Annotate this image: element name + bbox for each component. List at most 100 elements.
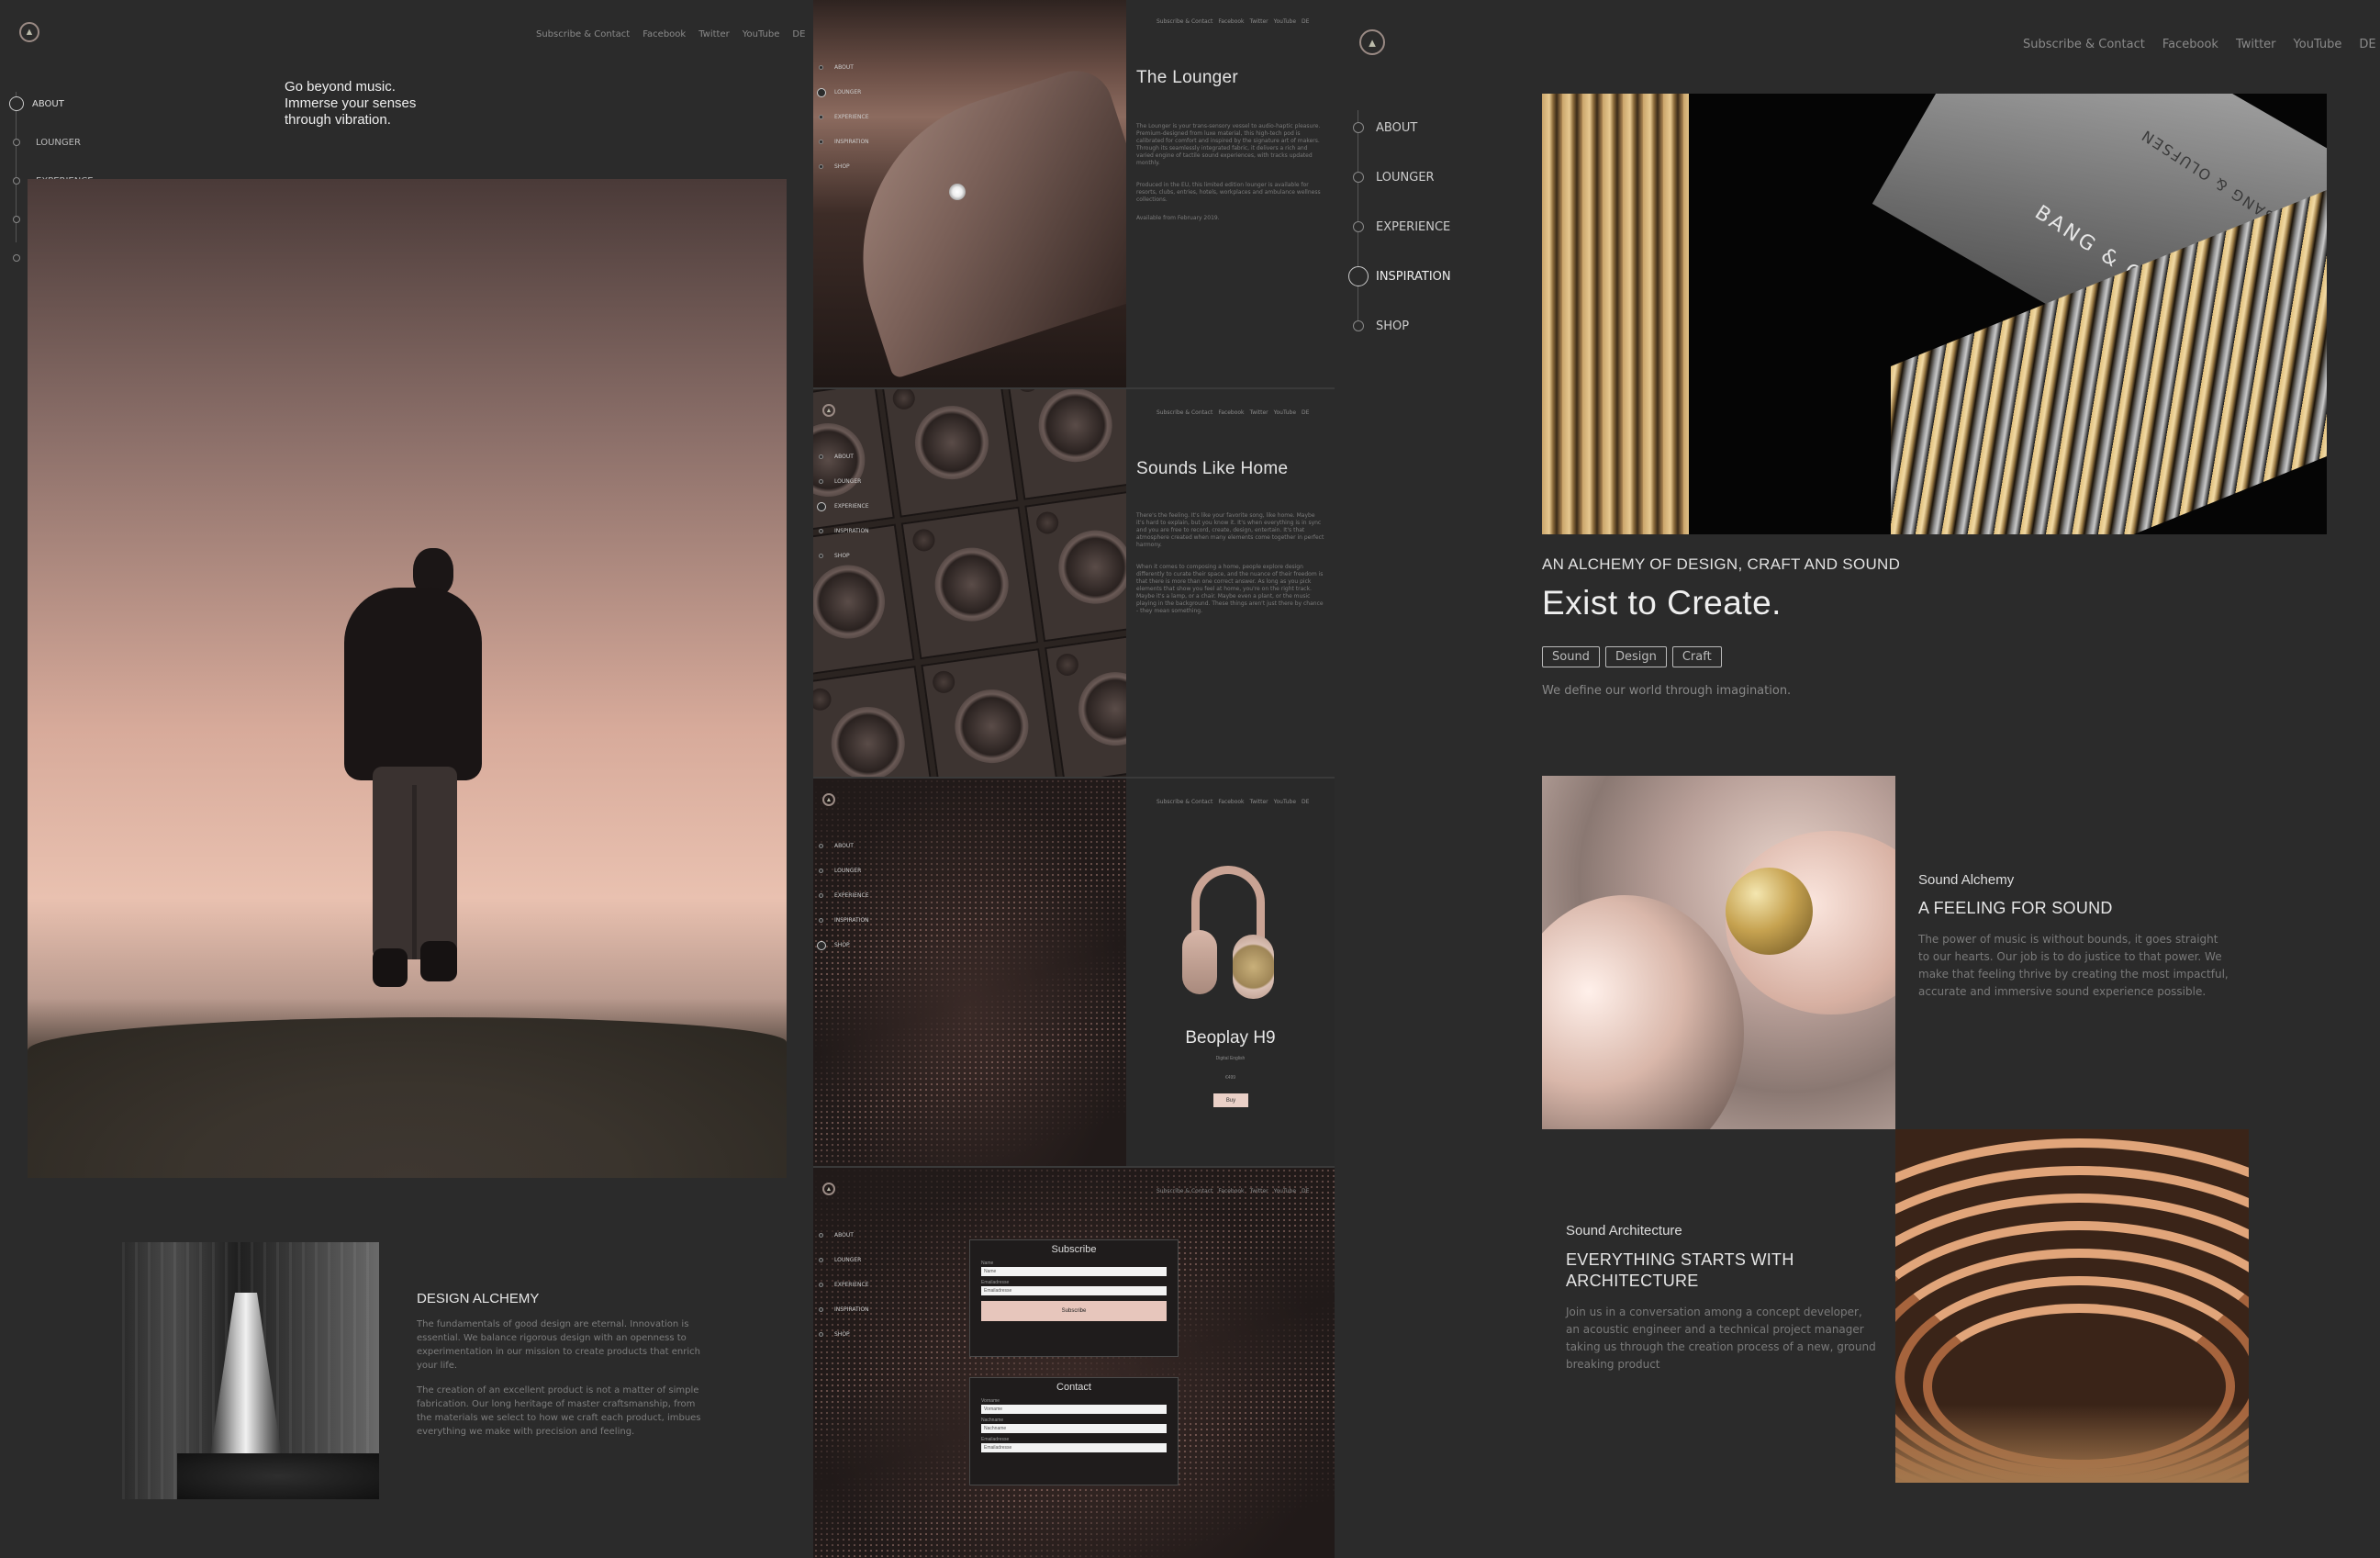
nav-lounger[interactable]: LOUNGER — [817, 80, 892, 105]
nav-about[interactable]: ABOUT — [819, 1223, 892, 1248]
nav-label: EXPERIENCE — [1376, 219, 1451, 234]
lounger-body-1: The Lounger is your trans-sensory vessel… — [1136, 123, 1321, 166]
nav-experience[interactable]: EXPERIENCE — [817, 494, 892, 519]
nav-dot — [819, 529, 823, 533]
nav-lounger[interactable]: LOUNGER — [819, 858, 892, 883]
link-language[interactable]: DE — [1302, 409, 1309, 416]
tag-design[interactable]: Design — [1604, 646, 1667, 667]
link-youtube[interactable]: YouTube — [1274, 409, 1296, 416]
nav-shop[interactable]: SHOP — [1351, 301, 1480, 351]
nav-inspiration[interactable]: INSPIRATION — [819, 908, 892, 933]
nav-inspiration[interactable]: INSPIRATION — [819, 519, 892, 544]
brand-logo[interactable]: ▲ — [822, 1183, 835, 1195]
nav-dot — [13, 139, 20, 146]
nav-shop[interactable]: SHOP — [819, 1322, 892, 1347]
design-alchemy-body-1: The fundamentals of good design are eter… — [417, 1319, 700, 1371]
nav-inspiration[interactable]: INSPIRATION — [819, 129, 892, 154]
nav-label: EXPERIENCE — [834, 892, 869, 899]
link-youtube[interactable]: YouTube — [1274, 1188, 1296, 1194]
nav-shop[interactable]: SHOP — [819, 154, 892, 179]
nav-dot — [819, 554, 823, 558]
nav-dot — [819, 65, 823, 70]
contact-email-input[interactable]: Emailadresse — [981, 1443, 1167, 1452]
link-subscribe-contact[interactable]: Subscribe & Contact — [1156, 799, 1212, 805]
link-twitter[interactable]: Twitter — [1250, 799, 1268, 805]
brand-logo[interactable]: ▲ — [19, 22, 39, 42]
buy-button[interactable]: Buy — [1213, 1093, 1248, 1107]
link-facebook[interactable]: Facebook — [642, 29, 686, 39]
brand-logo[interactable]: ▲ — [822, 404, 835, 417]
gold-sphere — [1726, 868, 1813, 955]
nav-experience[interactable]: EXPERIENCE — [819, 883, 892, 908]
nav-experience[interactable]: EXPERIENCE — [819, 105, 892, 129]
nav-about[interactable]: ABOUT — [819, 834, 892, 858]
firstname-input[interactable]: Vorname — [981, 1405, 1167, 1414]
link-facebook[interactable]: Facebook — [1218, 18, 1244, 25]
home-title: Sounds Like Home — [1136, 459, 1289, 478]
wood-slats — [1542, 94, 1689, 534]
lastname-label: Nachname — [981, 1418, 1004, 1423]
speaker-driver — [921, 648, 1058, 777]
link-youtube[interactable]: YouTube — [1274, 18, 1296, 25]
side-nav: ABOUT LOUNGER EXPERIENCE INSPIRATION SHO… — [817, 444, 892, 568]
hero-tagline: Go beyond music. Immerse your senses thr… — [285, 79, 416, 129]
nav-inspiration[interactable]: INSPIRATION — [1348, 252, 1480, 301]
link-subscribe-contact[interactable]: Subscribe & Contact — [1156, 409, 1212, 416]
link-language[interactable]: DE — [1302, 18, 1309, 25]
nav-about[interactable]: ABOUT — [819, 444, 892, 469]
subscribe-button[interactable]: Subscribe — [981, 1301, 1167, 1321]
link-facebook[interactable]: Facebook — [1218, 799, 1244, 805]
email-input[interactable]: Emailadresse — [981, 1286, 1167, 1295]
lounger-screen: Subscribe & Contact Facebook Twitter You… — [813, 0, 1335, 389]
link-facebook[interactable]: Facebook — [1218, 1188, 1244, 1194]
nav-about[interactable]: ABOUT — [9, 84, 121, 123]
link-twitter[interactable]: Twitter — [698, 29, 730, 39]
side-nav: ABOUT LOUNGER EXPERIENCE INSPIRATION SHO… — [1348, 103, 1480, 333]
headline-subline: We define our world through imagination. — [1542, 684, 1792, 698]
brand-logo[interactable]: ▲ — [1359, 29, 1385, 55]
nav-about[interactable]: ABOUT — [819, 55, 892, 80]
nav-label: INSPIRATION — [834, 139, 869, 145]
nav-lounger[interactable]: LOUNGER — [819, 469, 892, 494]
logo-icon: ▲ — [1366, 35, 1379, 50]
tag-sound[interactable]: Sound — [1542, 646, 1600, 667]
link-subscribe-contact[interactable]: Subscribe & Contact — [1156, 18, 1212, 25]
lounger-body-3: Available from February 2019. — [1136, 215, 1220, 221]
brand-logo[interactable]: ▲ — [822, 793, 835, 806]
link-facebook[interactable]: Facebook — [2162, 38, 2218, 51]
name-input[interactable]: Name — [981, 1267, 1167, 1276]
nav-inspiration[interactable]: INSPIRATION — [819, 1297, 892, 1322]
nav-label: ABOUT — [1376, 120, 1418, 135]
nav-label: ABOUT — [834, 1232, 854, 1239]
sounds-like-home-screen: ▲ Subscribe & Contact Facebook Twitter Y… — [813, 389, 1335, 779]
lastname-input[interactable]: Nachname — [981, 1424, 1167, 1433]
tag-craft[interactable]: Craft — [1671, 646, 1722, 667]
nav-lounger[interactable]: LOUNGER — [819, 1248, 892, 1272]
link-subscribe-contact[interactable]: Subscribe & Contact — [1156, 1188, 1212, 1194]
nav-about[interactable]: ABOUT — [1351, 103, 1480, 152]
link-language[interactable]: DE — [792, 29, 805, 39]
link-language[interactable]: DE — [1302, 1188, 1309, 1194]
tag-list: Sound Design Craft — [1542, 646, 1722, 667]
link-twitter[interactable]: Twitter — [1250, 18, 1268, 25]
nav-experience[interactable]: EXPERIENCE — [819, 1272, 892, 1297]
link-twitter[interactable]: Twitter — [2236, 38, 2276, 51]
link-language[interactable]: DE — [2359, 38, 2375, 51]
sound-alchemy-image — [1542, 776, 1895, 1129]
link-youtube[interactable]: YouTube — [1274, 799, 1296, 805]
nav-shop[interactable]: SHOP — [819, 544, 892, 568]
sound-architecture-image — [1895, 1129, 2249, 1483]
link-youtube[interactable]: YouTube — [743, 29, 780, 39]
nav-dot-active — [817, 501, 826, 511]
nav-lounger[interactable]: LOUNGER — [11, 123, 121, 162]
link-subscribe-contact[interactable]: Subscribe & Contact — [536, 29, 630, 39]
link-subscribe-contact[interactable]: Subscribe & Contact — [2023, 38, 2145, 51]
link-twitter[interactable]: Twitter — [1250, 1188, 1268, 1194]
link-twitter[interactable]: Twitter — [1250, 409, 1268, 416]
link-youtube[interactable]: YouTube — [2294, 38, 2342, 51]
nav-lounger[interactable]: LOUNGER — [1351, 152, 1480, 202]
link-facebook[interactable]: Facebook — [1218, 409, 1244, 416]
nav-shop[interactable]: SHOP — [817, 933, 892, 958]
link-language[interactable]: DE — [1302, 799, 1309, 805]
nav-experience[interactable]: EXPERIENCE — [1351, 202, 1480, 252]
